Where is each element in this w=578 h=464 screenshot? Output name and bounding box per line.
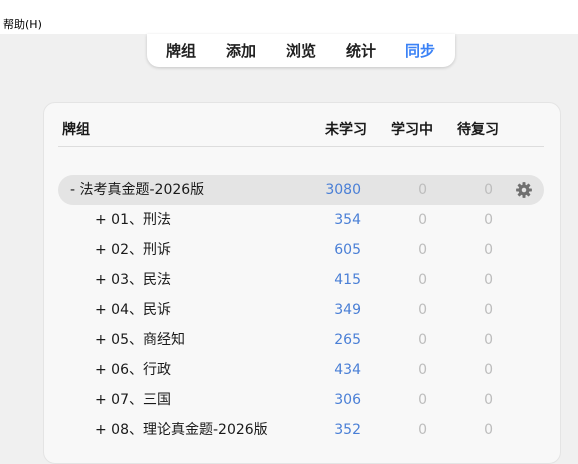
learning-count: 0: [418, 422, 427, 438]
new-count: 415: [334, 272, 361, 288]
tab-sync[interactable]: 同步: [405, 42, 435, 60]
learning-count: 0: [418, 332, 427, 348]
review-count: 0: [484, 332, 493, 348]
header-learning: 学习中: [391, 122, 433, 138]
tab-add[interactable]: 添加: [226, 42, 256, 60]
review-count: 0: [484, 182, 493, 198]
deck-name[interactable]: + 04、民诉: [95, 301, 171, 319]
header-new: 未学习: [325, 122, 367, 138]
tab-decks[interactable]: 牌组: [166, 42, 196, 60]
review-count: 0: [484, 242, 493, 258]
deck-name[interactable]: + 05、商经知: [95, 331, 185, 349]
header-review: 待复习: [457, 122, 499, 138]
deck-row[interactable]: + 07、三国 306 0 0: [58, 385, 544, 415]
menu-bar: 帮助(H): [0, 0, 578, 34]
review-count: 0: [484, 272, 493, 288]
new-count: 265: [334, 332, 361, 348]
new-count: 352: [334, 422, 361, 438]
deck-name[interactable]: + 07、三国: [95, 391, 171, 409]
review-count: 0: [484, 422, 493, 438]
deck-name[interactable]: + 02、刑诉: [95, 241, 171, 259]
learning-count: 0: [418, 242, 427, 258]
deck-row[interactable]: + 04、民诉 349 0 0: [58, 295, 544, 325]
learning-count: 0: [418, 362, 427, 378]
new-count: 306: [334, 392, 361, 408]
deck-row[interactable]: + 06、行政 434 0 0: [58, 355, 544, 385]
deck-name[interactable]: + 08、理论真金题-2026版: [95, 421, 268, 439]
learning-count: 0: [418, 212, 427, 228]
top-toolbar: 牌组 添加 浏览 统计 同步: [147, 34, 455, 67]
deck-name[interactable]: - 法考真金题-2026版: [70, 181, 204, 199]
tab-stats[interactable]: 统计: [346, 42, 376, 60]
review-count: 0: [484, 302, 493, 318]
deck-name[interactable]: + 03、民法: [95, 271, 171, 289]
new-count: 605: [334, 242, 361, 258]
learning-count: 0: [418, 302, 427, 318]
deck-row[interactable]: + 03、民法 415 0 0: [58, 265, 544, 295]
tab-browse[interactable]: 浏览: [286, 42, 316, 60]
deck-name[interactable]: + 06、行政: [95, 361, 171, 379]
header-deck: 牌组: [62, 122, 90, 138]
menu-help[interactable]: 帮助(H): [3, 18, 42, 32]
review-count: 0: [484, 362, 493, 378]
learning-count: 0: [418, 392, 427, 408]
deck-row-parent[interactable]: - 法考真金题-2026版 3080 0 0: [58, 175, 544, 205]
deck-name[interactable]: + 01、刑法: [95, 211, 171, 229]
deck-row[interactable]: + 05、商经知 265 0 0: [58, 325, 544, 355]
deck-row[interactable]: + 02、刑诉 605 0 0: [58, 235, 544, 265]
learning-count: 0: [418, 182, 427, 198]
new-count: 354: [334, 212, 361, 228]
deck-row[interactable]: + 01、刑法 354 0 0: [58, 205, 544, 235]
gear-icon[interactable]: [515, 181, 533, 199]
header-divider: [58, 146, 544, 147]
new-count: 434: [334, 362, 361, 378]
new-count: 3080: [325, 182, 361, 198]
learning-count: 0: [418, 272, 427, 288]
new-count: 349: [334, 302, 361, 318]
review-count: 0: [484, 392, 493, 408]
review-count: 0: [484, 212, 493, 228]
deck-row[interactable]: + 08、理论真金题-2026版 352 0 0: [58, 415, 544, 445]
